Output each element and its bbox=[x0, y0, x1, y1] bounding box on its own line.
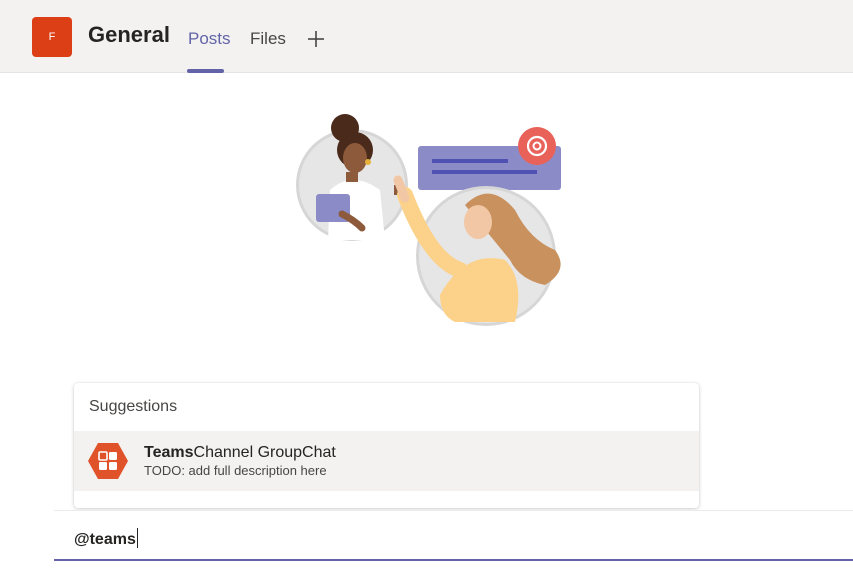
suggestion-title: TeamsChannel GroupChat bbox=[144, 444, 336, 462]
suggestion-title-match: Teams bbox=[144, 444, 194, 461]
team-initial: F bbox=[48, 31, 56, 43]
suggestion-description: TODO: add full description here bbox=[144, 463, 327, 478]
plus-icon bbox=[308, 31, 324, 47]
person-with-tablet-icon bbox=[296, 114, 408, 241]
tab-files[interactable]: Files bbox=[250, 29, 286, 49]
team-avatar[interactable]: F bbox=[32, 17, 72, 57]
suggestion-item[interactable]: TeamsChannel GroupChat TODO: add full de… bbox=[74, 431, 699, 491]
app-hexagon-icon bbox=[88, 443, 128, 479]
channel-header: F General Posts Files bbox=[0, 0, 853, 73]
suggestion-title-rest: Channel GroupChat bbox=[193, 444, 336, 461]
suggestions-header: Suggestions bbox=[89, 398, 178, 415]
teams-channel-page: F General Posts Files Suggestions TeamsC… bbox=[0, 0, 853, 576]
at-mention-icon bbox=[518, 127, 556, 165]
compose-value: @teams bbox=[74, 531, 136, 548]
add-tab-button[interactable] bbox=[305, 28, 327, 50]
person-waving-icon bbox=[393, 175, 561, 326]
compose-box[interactable]: @teams bbox=[54, 510, 853, 561]
active-tab-indicator bbox=[187, 69, 224, 73]
suggestions-popup: Suggestions TeamsChannel GroupChat TODO:… bbox=[74, 383, 699, 508]
channel-title: General bbox=[88, 22, 170, 47]
tab-posts[interactable]: Posts bbox=[188, 29, 231, 49]
compose-input-text[interactable]: @teams bbox=[74, 528, 138, 549]
text-caret bbox=[136, 528, 138, 548]
welcome-illustration bbox=[296, 114, 561, 326]
